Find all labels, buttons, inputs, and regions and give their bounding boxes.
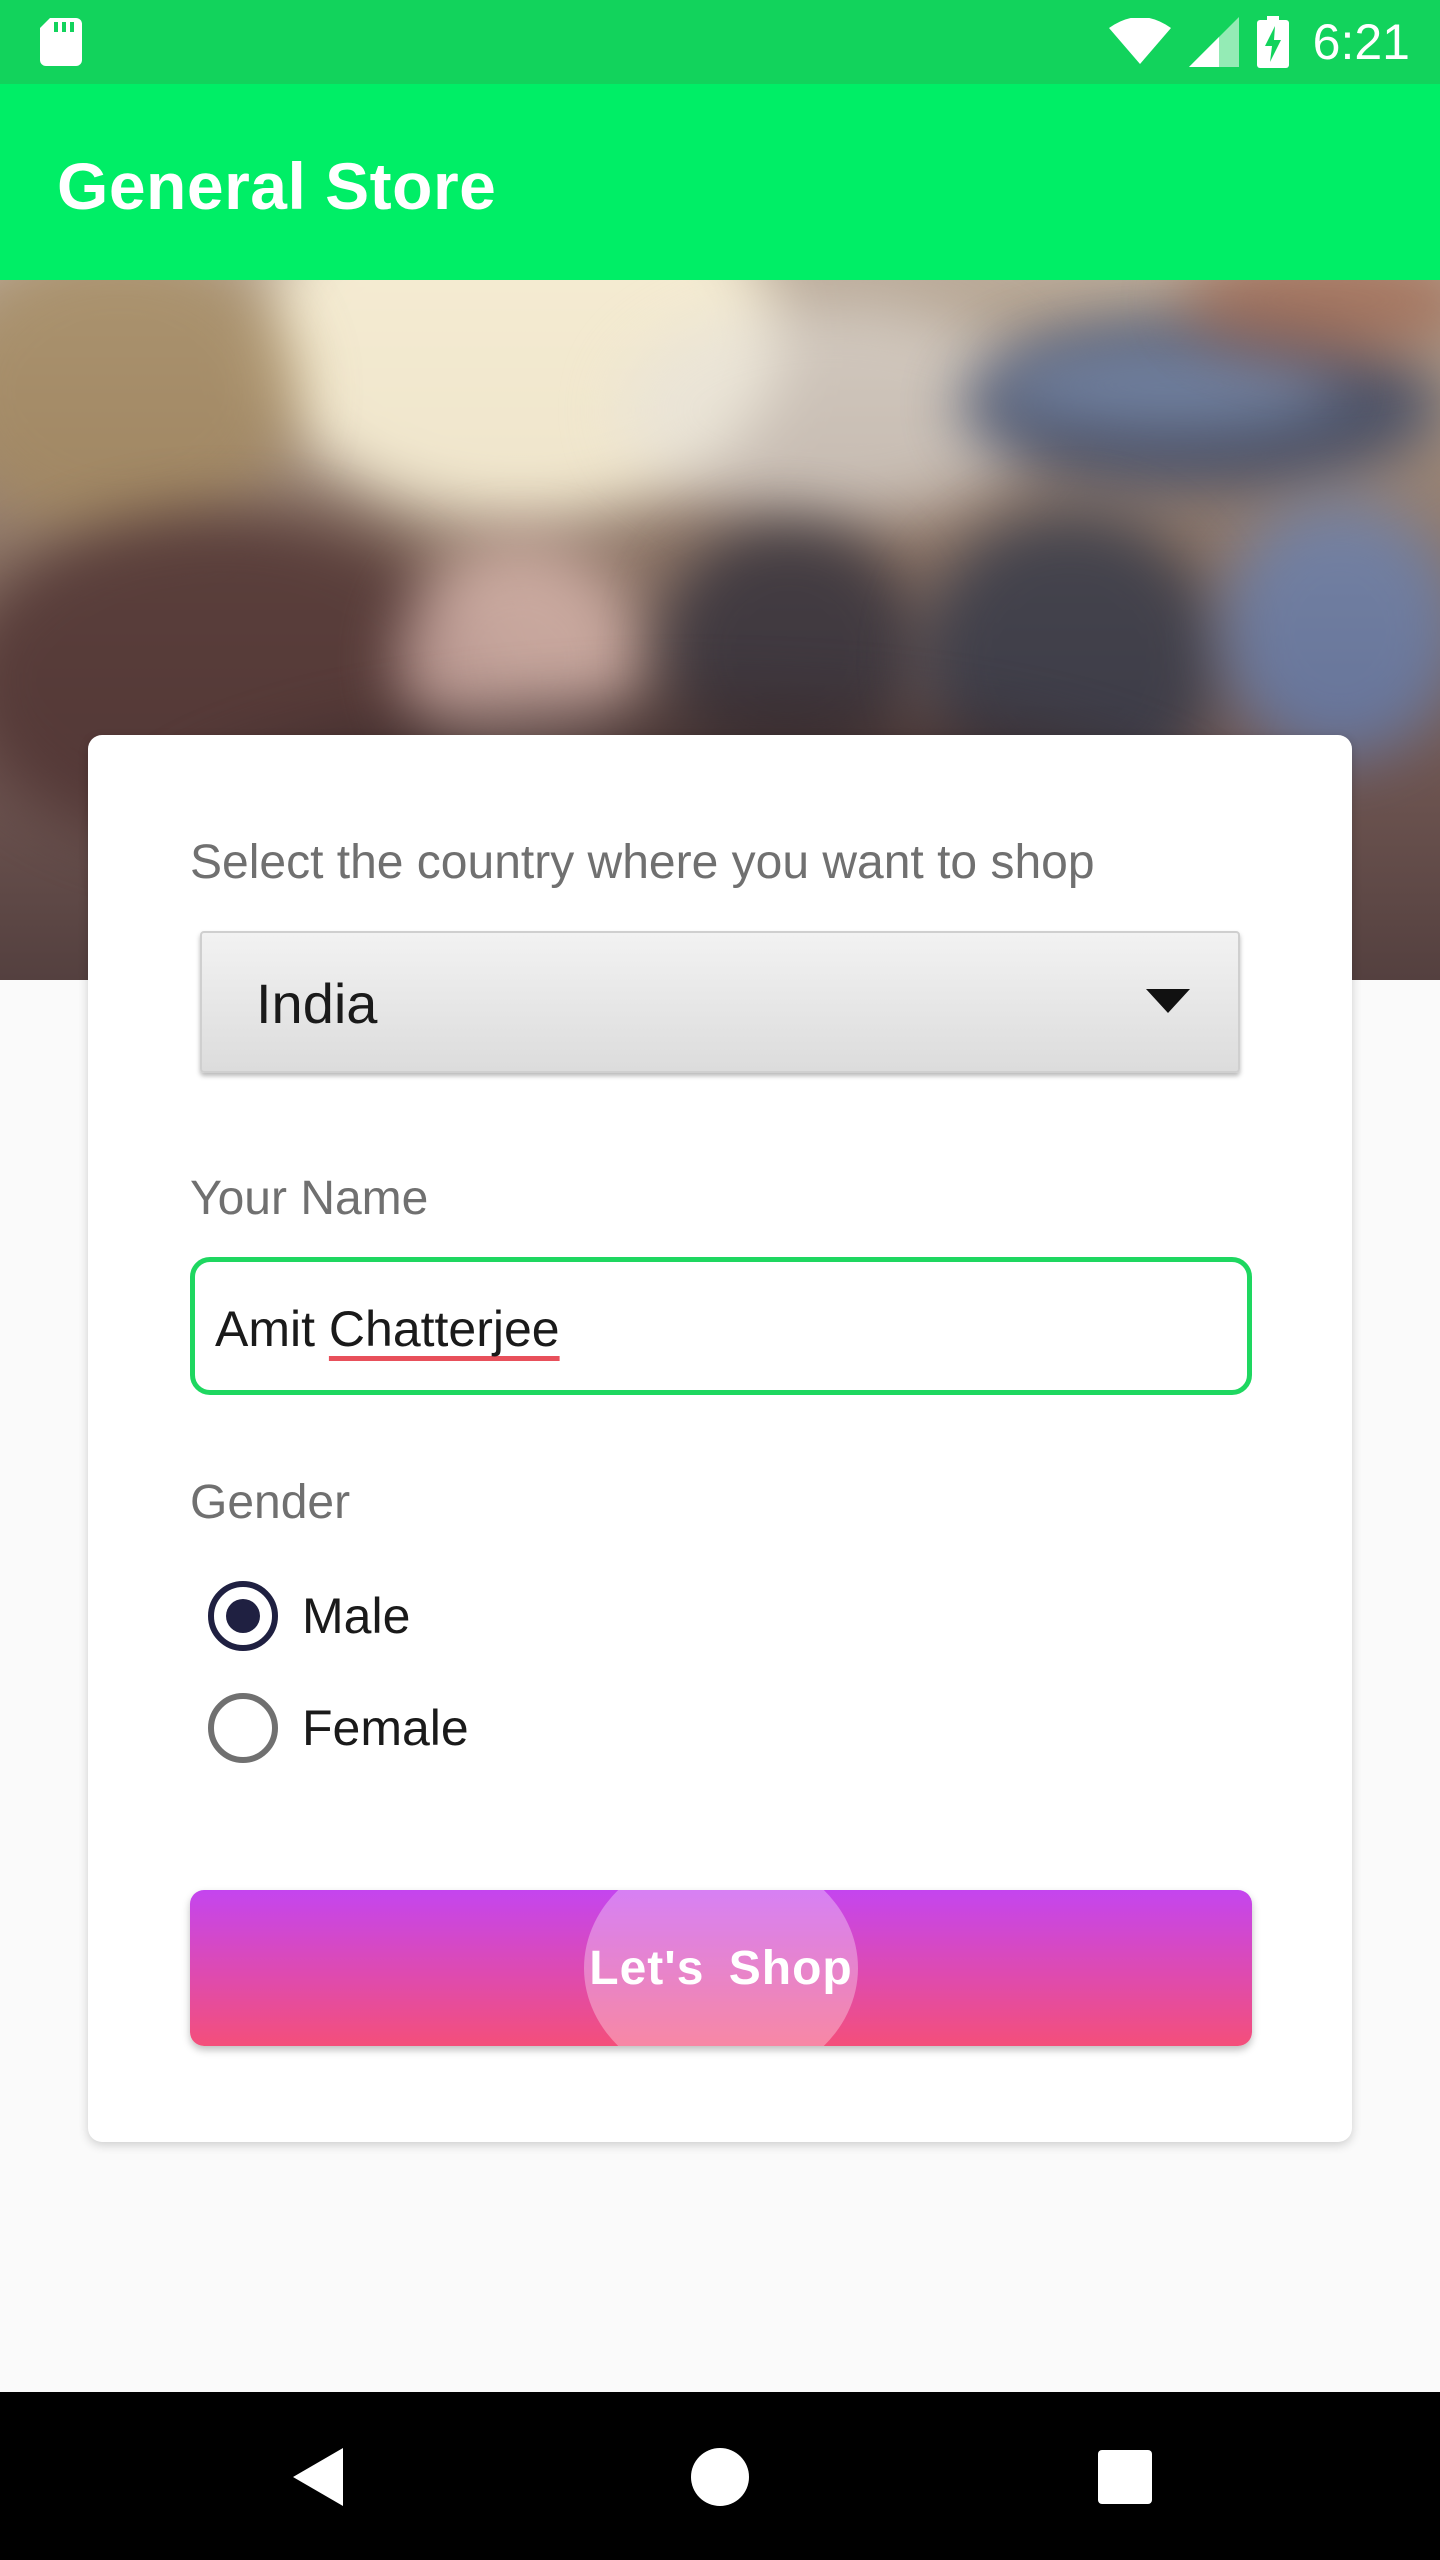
country-dropdown[interactable]: India xyxy=(200,931,1240,1073)
status-bar: 6:21 xyxy=(0,0,1440,84)
app-title: General Store xyxy=(57,149,497,223)
signal-icon xyxy=(1188,17,1239,67)
name-input[interactable]: Amit Chatterjee xyxy=(190,1257,1252,1395)
lets-shop-button[interactable]: Let's Shop xyxy=(190,1890,1252,2046)
back-icon[interactable] xyxy=(285,2442,355,2512)
gender-label: Gender xyxy=(190,1476,351,1529)
radio-male[interactable]: Male xyxy=(208,1581,410,1651)
sd-card-icon xyxy=(40,18,82,66)
recents-icon[interactable] xyxy=(1090,2442,1160,2512)
country-label: Select the country where you want to sho… xyxy=(190,836,1095,889)
home-icon[interactable] xyxy=(685,2442,755,2512)
name-label: Your Name xyxy=(190,1172,429,1225)
name-input-value: Amit Chatterjee xyxy=(215,1300,560,1358)
battery-charging-icon xyxy=(1256,16,1289,68)
radio-checked-icon[interactable] xyxy=(208,1581,278,1651)
navigation-bar xyxy=(0,2392,1440,2560)
radio-female[interactable]: Female xyxy=(208,1693,469,1763)
name-first: Amit xyxy=(215,1301,315,1357)
radio-male-label: Male xyxy=(302,1588,411,1644)
dropdown-arrow-icon xyxy=(1146,989,1190,1013)
wifi-icon xyxy=(1108,18,1171,64)
radio-unchecked-icon[interactable] xyxy=(208,1693,278,1763)
radio-female-label: Female xyxy=(302,1700,469,1756)
name-last-spellcheck: Chatterjee xyxy=(328,1301,560,1357)
country-selected-value: India xyxy=(256,972,378,1035)
status-time: 6:21 xyxy=(1312,14,1410,70)
app-bar: General Store xyxy=(0,84,1440,280)
form-card: Select the country where you want to sho… xyxy=(88,735,1352,2142)
lets-shop-label: Let's Shop xyxy=(589,1941,853,1995)
